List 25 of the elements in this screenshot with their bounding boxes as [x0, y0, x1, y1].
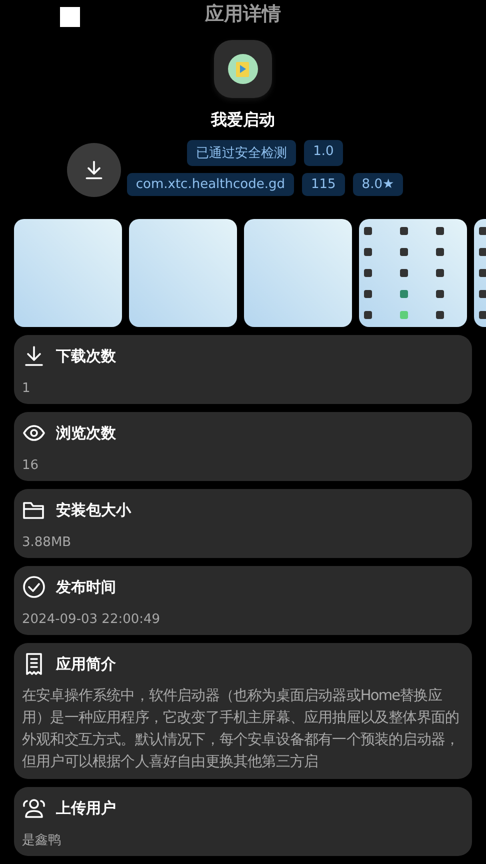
- card-title: 浏览次数: [56, 424, 116, 442]
- card-value: 2024-09-03 22:00:49: [22, 611, 162, 629]
- card-title: 下载次数: [56, 346, 116, 366]
- card-title: 应用简介: [56, 654, 116, 674]
- tag: 1.0: [304, 140, 343, 166]
- download-icon: [22, 344, 46, 368]
- card-value: 1: [22, 380, 32, 398]
- card-value: 在安卓操作系统中，软件启动器（也称为桌面启动器或Home替换应用）是一种应用程序，它改变了手机主屏幕、应用抽屉以及整体界面的外观和交互方式。默认情况下，每个安卓设备都有一个预装的启动器，但用户可以根据个人喜好自由更换其他第三方启: [22, 686, 460, 772]
- tag: com.xtc.healthcode.gd: [126, 173, 294, 196]
- card-value: 3.88MB: [22, 534, 72, 552]
- tag: 115: [302, 173, 345, 196]
- page-title: 应用详情: [205, 2, 281, 27]
- check-circle-icon: [22, 575, 46, 599]
- card-title: 发布时间: [56, 578, 116, 596]
- app-icon: [214, 40, 272, 98]
- download-icon: [83, 159, 105, 181]
- card-value: 是鑫鸭: [22, 832, 62, 850]
- tag: 8.0★: [352, 173, 404, 196]
- card-value: 16: [22, 457, 40, 475]
- download-button[interactable]: [67, 143, 121, 197]
- card-title: 安装包大小: [56, 500, 131, 520]
- app-name: 我爱启动: [211, 110, 275, 131]
- tag: 已通过安全检测: [187, 140, 296, 166]
- users-icon: [22, 796, 46, 820]
- card-title: 上传用户: [56, 798, 116, 818]
